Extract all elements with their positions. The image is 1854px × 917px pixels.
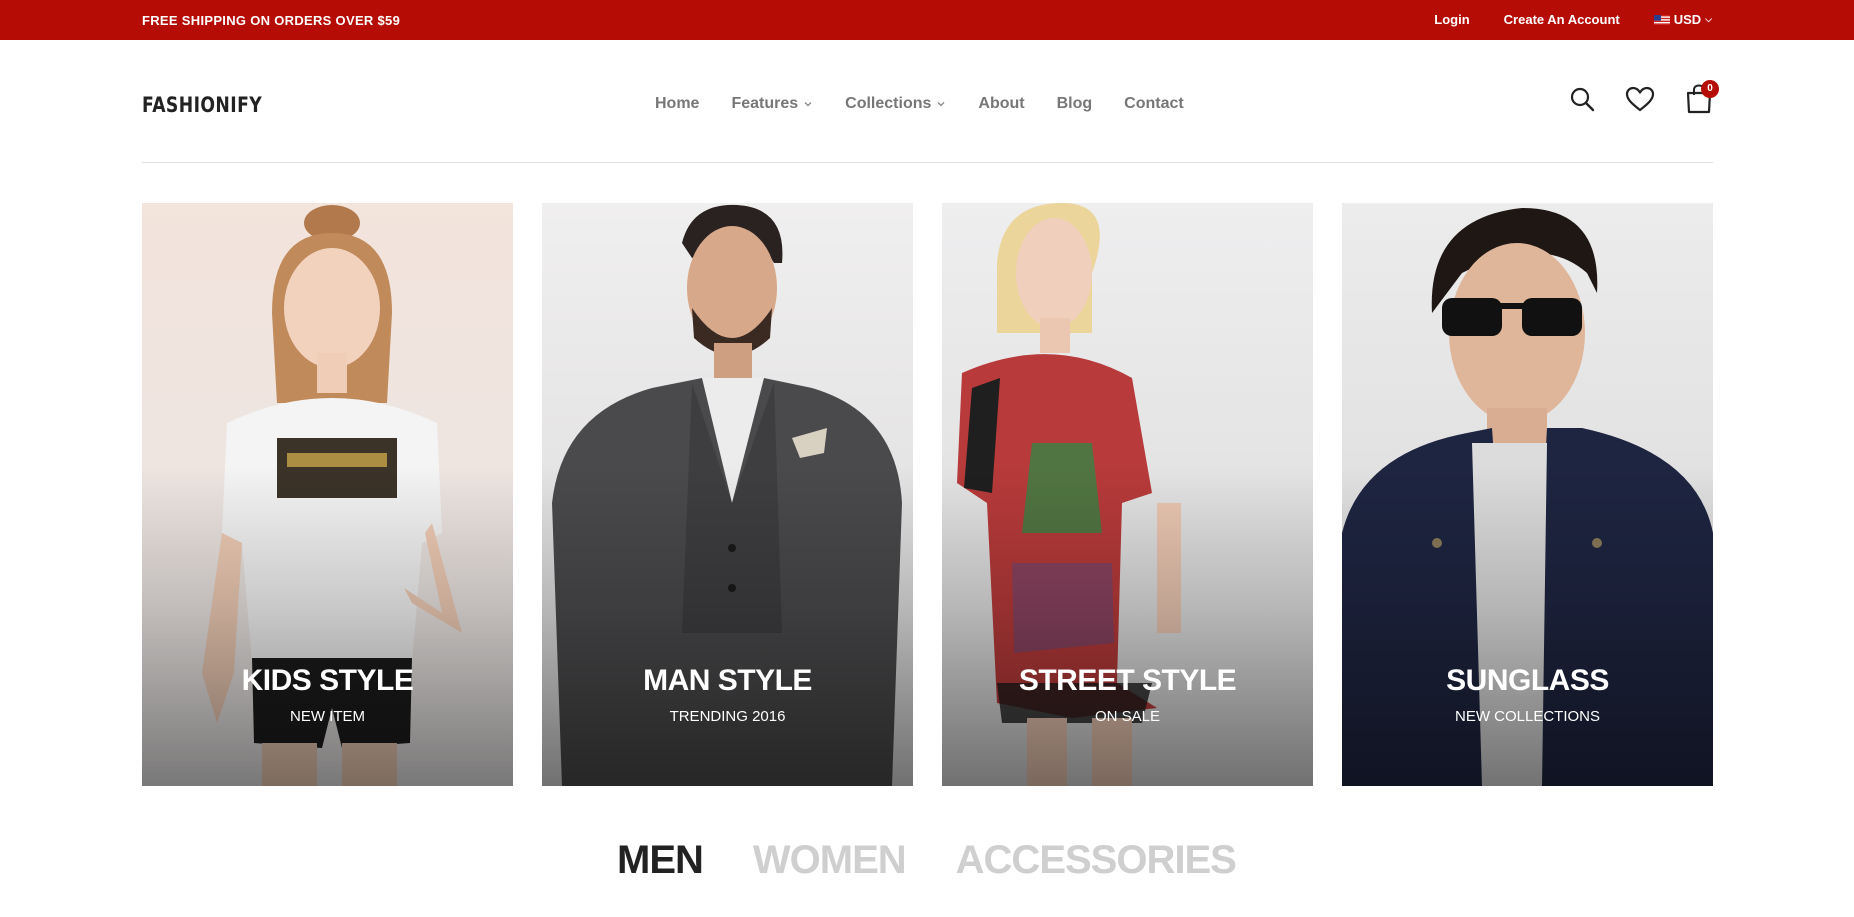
search-button[interactable] — [1569, 86, 1595, 117]
banner-overlay — [1342, 465, 1713, 786]
account-links: Login Create An Account USD ⌵ — [1400, 12, 1712, 27]
banner-subtitle: TRENDING 2016 — [669, 708, 786, 725]
banner-subtitle: ON SALE — [1094, 708, 1161, 725]
cart-count-badge: 0 — [1701, 80, 1719, 98]
chevron-down-icon — [937, 102, 945, 107]
banner-title: SUNGLASS — [1446, 664, 1609, 697]
nav-item-label: Contact — [1124, 95, 1184, 112]
tab-men[interactable]: MEN — [617, 838, 704, 883]
nav-item-label: Blog — [1056, 95, 1093, 112]
nav-item-label: Collections — [845, 95, 932, 112]
nav-item-blog[interactable]: Blog — [1057, 95, 1093, 113]
banner-overlay — [542, 465, 913, 786]
login-link[interactable]: Login — [1434, 12, 1469, 27]
chevron-down-icon: ⌵ — [1705, 14, 1712, 24]
top-bar: FREE SHIPPING ON ORDERS OVER $59 Login C… — [0, 0, 1854, 40]
currency-selector[interactable]: USD ⌵ — [1653, 12, 1712, 27]
product-category-tabs: MEN WOMEN ACCESSORIES — [617, 838, 1286, 883]
banner-man-style[interactable]: MAN STYLE TRENDING 2016 — [542, 203, 913, 786]
banner-subtitle: NEW COLLECTIONS — [1454, 708, 1601, 725]
heart-icon — [1625, 86, 1655, 112]
nav-item-home[interactable]: Home — [655, 95, 699, 113]
nav-item-label: Home — [655, 95, 700, 112]
nav-item-collections[interactable]: Collections — [845, 95, 946, 113]
banner-overlay — [142, 465, 513, 786]
nav-item-about[interactable]: About — [978, 95, 1024, 113]
banner-title: MAN STYLE — [643, 664, 812, 697]
create-account-link[interactable]: Create An Account — [1504, 12, 1620, 27]
banner-kids-style[interactable]: KIDS STYLE NEW ITEM — [142, 203, 513, 786]
site-header: FASHIONIFY Home Features Collections Abo… — [142, 40, 1719, 163]
shipping-promo: FREE SHIPPING ON ORDERS OVER $59 — [142, 13, 401, 28]
tab-women[interactable]: WOMEN — [753, 838, 907, 883]
main-nav: Home Features Collections About Blog Con… — [655, 95, 1216, 113]
currency-label: USD — [1673, 12, 1702, 27]
banner-title: KIDS STYLE — [241, 664, 414, 697]
nav-item-features[interactable]: Features — [731, 95, 813, 113]
nav-item-label: Features — [731, 95, 799, 112]
banner-sunglass[interactable]: SUNGLASS NEW COLLECTIONS — [1342, 203, 1713, 786]
site-logo[interactable]: FASHIONIFY — [142, 93, 262, 117]
banner-overlay — [942, 465, 1313, 786]
banner-subtitle: NEW ITEM — [290, 708, 365, 725]
wishlist-button[interactable] — [1625, 86, 1655, 117]
chevron-down-icon — [804, 102, 812, 107]
us-flag-icon — [1653, 14, 1670, 25]
tab-accessories[interactable]: ACCESSORIES — [956, 838, 1237, 883]
banner-title: STREET STYLE — [1018, 664, 1237, 697]
category-banners: KIDS STYLE NEW ITEM MAN STYLE TRENDING 2… — [142, 203, 1713, 786]
search-icon — [1570, 87, 1595, 112]
nav-item-contact[interactable]: Contact — [1124, 95, 1184, 113]
header-icons: 0 — [1539, 80, 1719, 119]
cart-button[interactable]: 0 — [1685, 80, 1719, 119]
nav-item-label: About — [978, 95, 1025, 112]
banner-street-style[interactable]: STREET STYLE ON SALE — [942, 203, 1313, 786]
